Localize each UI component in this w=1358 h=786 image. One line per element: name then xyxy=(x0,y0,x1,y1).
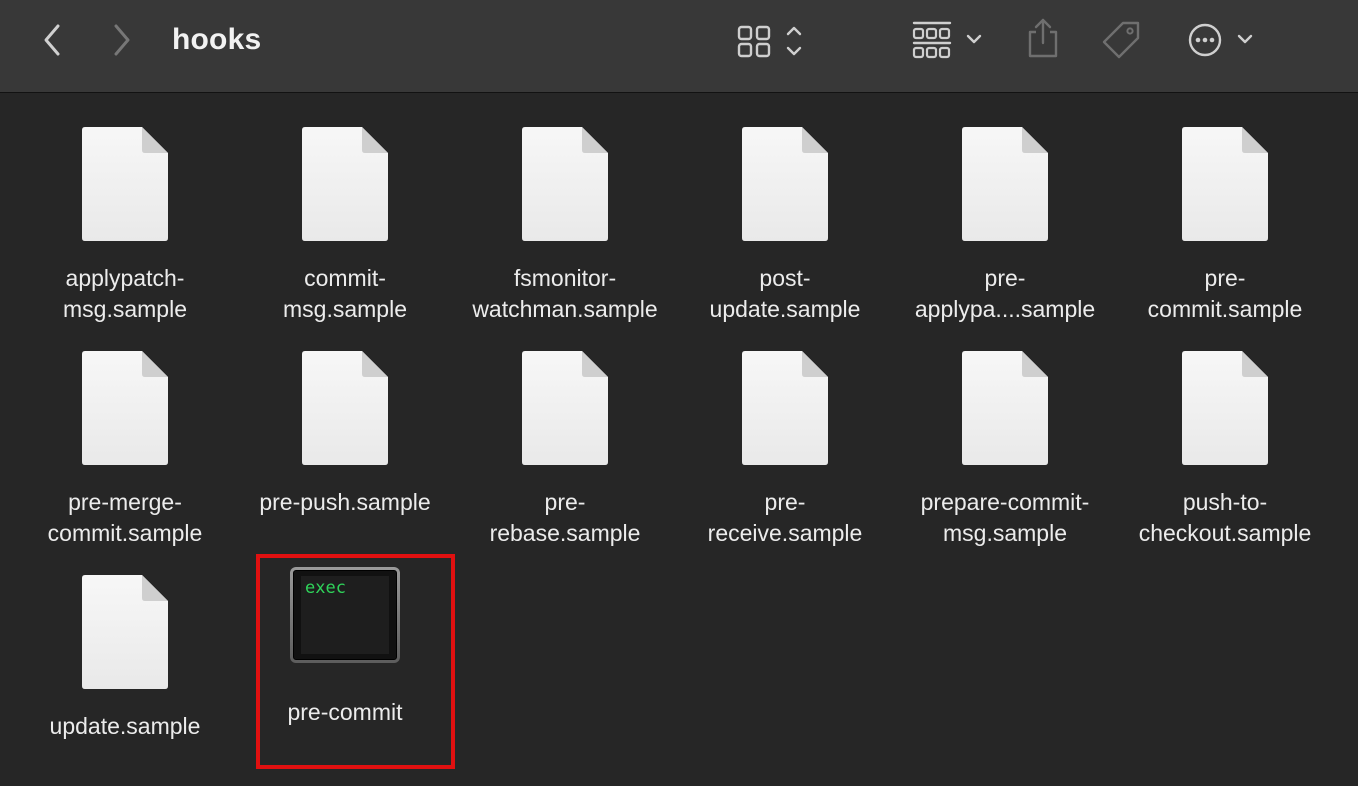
file-name-label: push-to- checkout.sample xyxy=(1138,489,1312,546)
document-icon xyxy=(1182,351,1268,465)
chevron-left-icon xyxy=(44,24,60,56)
back-button[interactable] xyxy=(34,20,70,60)
file-name-label: pre-push.sample xyxy=(259,489,431,515)
ellipsis-circle-icon xyxy=(1188,23,1253,57)
document-icon xyxy=(742,127,828,241)
document-icon xyxy=(82,127,168,241)
document-icon xyxy=(1182,127,1268,241)
forward-button[interactable] xyxy=(104,20,140,60)
window-title: hooks xyxy=(172,23,262,56)
document-icon xyxy=(82,351,168,465)
file-item[interactable]: fsmonitor- watchman.sample xyxy=(455,93,675,322)
document-icon xyxy=(522,351,608,465)
file-name-label: post- update.sample xyxy=(709,265,861,322)
file-name-label: prepare-commit- msg.sample xyxy=(920,489,1090,546)
file-item[interactable]: update.sample xyxy=(15,541,235,765)
view-mode-button[interactable] xyxy=(734,20,810,62)
document-icon xyxy=(522,127,608,241)
file-name-label: pre- receive.sample xyxy=(707,489,863,546)
more-actions-button[interactable] xyxy=(1184,18,1260,62)
file-item[interactable]: pre- rebase.sample xyxy=(455,317,675,546)
file-name-label: pre- applypa....sample xyxy=(914,265,1096,322)
file-item[interactable]: push-to- checkout.sample xyxy=(1115,317,1335,546)
file-item[interactable]: pre- applypa....sample xyxy=(895,93,1115,322)
file-item[interactable]: commit- msg.sample xyxy=(235,93,455,322)
document-icon xyxy=(302,351,388,465)
selection-highlight xyxy=(256,554,455,769)
chevron-right-icon xyxy=(114,24,130,56)
file-item[interactable]: applypatch- msg.sample xyxy=(15,93,235,322)
file-name-label: fsmonitor- watchman.sample xyxy=(472,265,658,322)
file-item[interactable]: prepare-commit- msg.sample xyxy=(895,317,1115,546)
finder-toolbar: hooks xyxy=(0,0,1358,93)
file-name-label: pre- commit.sample xyxy=(1147,265,1303,322)
file-name-label: pre- rebase.sample xyxy=(489,489,641,546)
icon-grid-view-icon xyxy=(737,25,802,58)
tag-button[interactable] xyxy=(1098,18,1144,62)
group-by-icon xyxy=(912,21,982,59)
tag-icon xyxy=(1102,21,1140,59)
document-icon xyxy=(82,575,168,689)
file-item[interactable]: post- update.sample xyxy=(675,93,895,322)
file-name-label: applypatch- msg.sample xyxy=(63,265,187,322)
document-icon xyxy=(962,351,1048,465)
file-item[interactable]: pre- commit.sample xyxy=(1115,93,1335,322)
document-icon xyxy=(962,127,1048,241)
file-name-label: update.sample xyxy=(49,713,201,739)
file-item[interactable]: pre-merge- commit.sample xyxy=(15,317,235,546)
file-name-label: pre-merge- commit.sample xyxy=(47,489,203,546)
share-button[interactable] xyxy=(1022,16,1064,62)
file-item[interactable]: pre-push.sample xyxy=(235,317,455,541)
document-icon xyxy=(302,127,388,241)
file-grid: applypatch- msg.sample commit- msg.sample… xyxy=(0,93,1358,786)
file-item[interactable]: pre- receive.sample xyxy=(675,317,895,546)
group-by-button[interactable] xyxy=(908,18,988,62)
file-name-label: commit- msg.sample xyxy=(283,265,407,322)
share-icon xyxy=(1028,18,1058,58)
document-icon xyxy=(742,351,828,465)
